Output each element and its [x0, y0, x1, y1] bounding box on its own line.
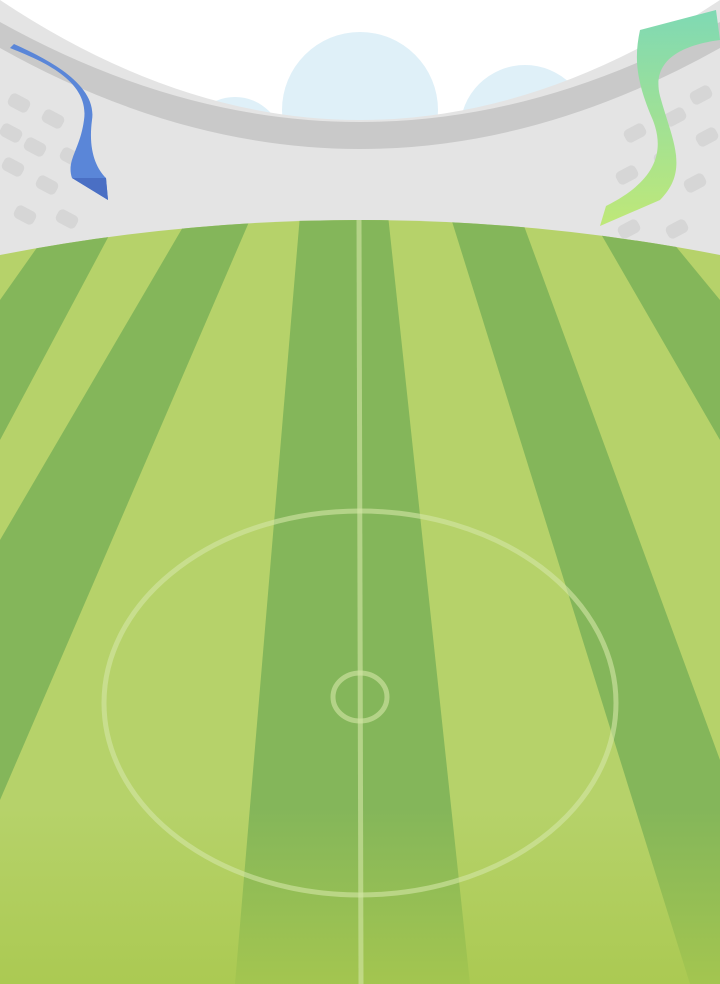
pitch	[0, 220, 720, 984]
stadium-illustration	[0, 0, 720, 984]
stadium-scene	[0, 0, 720, 984]
halfway-line	[356, 220, 364, 984]
